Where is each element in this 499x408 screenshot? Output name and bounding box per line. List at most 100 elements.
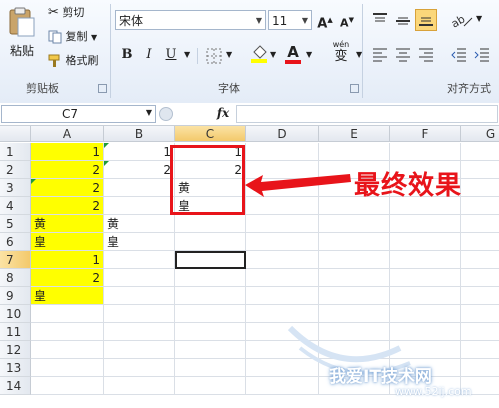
cell-g11[interactable] [461, 323, 499, 341]
cell-e6[interactable] [319, 233, 390, 251]
cell-a2[interactable]: 2 [31, 161, 104, 179]
cell-g13[interactable] [461, 359, 499, 377]
cell-b7[interactable] [104, 251, 175, 269]
cell-d1[interactable] [246, 143, 319, 161]
formula-bar-handle-icon[interactable] [159, 107, 173, 121]
cell-b12[interactable] [104, 341, 175, 359]
cell-g2[interactable] [461, 161, 499, 179]
cell-a13[interactable] [31, 359, 104, 377]
cell-c12[interactable] [175, 341, 246, 359]
row-header-14[interactable]: 14 [0, 377, 31, 395]
row-header-2[interactable]: 2 [0, 161, 31, 179]
increase-indent-icon[interactable] [473, 46, 491, 64]
column-header-c[interactable]: C [175, 126, 246, 142]
cell-g3[interactable] [461, 179, 499, 197]
cell-d5[interactable] [246, 215, 319, 233]
cell-f9[interactable] [390, 287, 461, 305]
cell-g4[interactable] [461, 197, 499, 215]
cell-b1[interactable]: 1 [104, 143, 175, 161]
column-header-g[interactable]: G [461, 126, 499, 142]
cell-b3[interactable] [104, 179, 175, 197]
cell-f8[interactable] [390, 269, 461, 287]
cell-a9[interactable]: 皇 [31, 287, 104, 305]
cell-g10[interactable] [461, 305, 499, 323]
bold-button[interactable]: B [118, 46, 136, 64]
cell-g7[interactable] [461, 251, 499, 269]
font-size-select[interactable]: 11 ▼ [268, 10, 312, 30]
row-header-8[interactable]: 8 [0, 269, 31, 287]
fill-color-dropdown-icon[interactable]: ▼ [270, 50, 276, 59]
cell-b2[interactable]: 2 [104, 161, 175, 179]
cell-b4[interactable] [104, 197, 175, 215]
cell-b8[interactable] [104, 269, 175, 287]
cell-c14[interactable] [175, 377, 246, 395]
font-name-select[interactable]: 宋体 ▼ [115, 10, 266, 30]
row-header-12[interactable]: 12 [0, 341, 31, 359]
insert-function-button[interactable]: fx [214, 106, 232, 122]
align-bottom-button[interactable] [415, 9, 437, 31]
row-header-3[interactable]: 3 [0, 179, 31, 197]
cell-d8[interactable] [246, 269, 319, 287]
border-dropdown-icon[interactable]: ▼ [226, 50, 232, 59]
italic-button[interactable]: I [140, 46, 158, 64]
copy-button[interactable]: 复制 ▼ [48, 28, 97, 46]
phonetic-button[interactable]: wén 变 [324, 40, 358, 68]
cell-b6[interactable]: 皇 [104, 233, 175, 251]
column-header-d[interactable]: D [246, 126, 319, 142]
row-header-5[interactable]: 5 [0, 215, 31, 233]
cell-d6[interactable] [246, 233, 319, 251]
row-header-9[interactable]: 9 [0, 287, 31, 305]
cell-b5[interactable]: 黄 [104, 215, 175, 233]
underline-button[interactable]: U [162, 46, 180, 64]
orientation-icon[interactable]: ab [450, 12, 476, 30]
column-header-e[interactable]: E [319, 126, 390, 142]
underline-dropdown-icon[interactable]: ▼ [184, 50, 190, 59]
row-header-13[interactable]: 13 [0, 359, 31, 377]
align-left-icon[interactable] [371, 46, 389, 64]
active-cell-c7[interactable] [175, 251, 246, 269]
cell-a7[interactable]: 1 [31, 251, 104, 269]
cell-e1[interactable] [319, 143, 390, 161]
cell-a4[interactable]: 2 [31, 197, 104, 215]
font-color-dropdown-icon[interactable]: ▼ [306, 50, 312, 59]
cell-b9[interactable] [104, 287, 175, 305]
cell-a6[interactable]: 皇 [31, 233, 104, 251]
cell-f7[interactable] [390, 251, 461, 269]
orientation-dropdown-icon[interactable]: ▼ [476, 14, 482, 23]
cell-c10[interactable] [175, 305, 246, 323]
cell-b14[interactable] [104, 377, 175, 395]
column-header-a[interactable]: A [31, 126, 104, 142]
shrink-font-button[interactable]: A▼ [338, 11, 356, 30]
row-header-7[interactable]: 7 [0, 251, 31, 269]
cell-a8[interactable]: 2 [31, 269, 104, 287]
cell-a12[interactable] [31, 341, 104, 359]
cell-b13[interactable] [104, 359, 175, 377]
font-color-button[interactable]: A [284, 43, 302, 65]
row-header-10[interactable]: 10 [0, 305, 31, 323]
cell-c11[interactable] [175, 323, 246, 341]
clipboard-launcher-icon[interactable] [98, 84, 107, 93]
cell-e5[interactable] [319, 215, 390, 233]
select-all-corner[interactable] [0, 126, 31, 142]
cell-c6[interactable] [175, 233, 246, 251]
align-middle-icon[interactable] [394, 12, 412, 30]
chevron-down-icon[interactable]: ▼ [146, 108, 152, 117]
cell-b11[interactable] [104, 323, 175, 341]
cell-g12[interactable] [461, 341, 499, 359]
format-painter-button[interactable]: 格式刷 [48, 52, 99, 70]
cell-g8[interactable] [461, 269, 499, 287]
column-header-b[interactable]: B [104, 126, 175, 142]
cell-a1[interactable]: 1 [31, 143, 104, 161]
column-header-f[interactable]: F [390, 126, 461, 142]
cell-g5[interactable] [461, 215, 499, 233]
cell-f5[interactable] [390, 215, 461, 233]
cell-c13[interactable] [175, 359, 246, 377]
cell-g6[interactable] [461, 233, 499, 251]
cell-a10[interactable] [31, 305, 104, 323]
cell-c9[interactable] [175, 287, 246, 305]
cell-e9[interactable] [319, 287, 390, 305]
align-top-icon[interactable] [371, 12, 389, 30]
cell-a14[interactable] [31, 377, 104, 395]
align-center-icon[interactable] [394, 46, 412, 64]
cut-button[interactable]: ✂ 剪切 [48, 4, 84, 22]
